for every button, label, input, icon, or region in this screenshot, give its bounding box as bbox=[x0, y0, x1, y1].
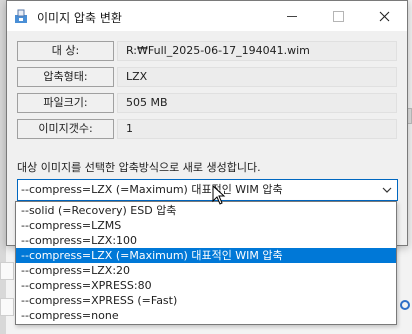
option-none[interactable]: --compress=none bbox=[16, 308, 396, 323]
background-control bbox=[0, 262, 14, 280]
file-size-value: 505 MB bbox=[117, 93, 397, 113]
compression-type-value: LZX bbox=[117, 67, 397, 87]
select-value: --compress=LZX (=Maximum) 대표적인 WIM 압축 bbox=[21, 183, 283, 196]
background-control bbox=[0, 298, 14, 316]
close-icon bbox=[379, 11, 389, 21]
compress-method-select[interactable]: --compress=LZX (=Maximum) 대표적인 WIM 압축 bbox=[17, 179, 398, 201]
minimize-button[interactable] bbox=[269, 1, 315, 31]
minimize-icon bbox=[287, 15, 297, 17]
option-lzx-20[interactable]: --compress=LZX:20 bbox=[16, 263, 396, 278]
option-lzx-100[interactable]: --compress=LZX:100 bbox=[16, 233, 396, 248]
chevron-down-icon[interactable] bbox=[381, 184, 393, 196]
target-value: R:₩Full_2025-06-17_194041.wim bbox=[117, 41, 397, 61]
option-xpress-fast[interactable]: --compress=XPRESS (=Fast) bbox=[16, 293, 396, 308]
instruction-text: 대상 이미지를 선택한 압축방식으로 새로 생성합니다. bbox=[17, 161, 261, 174]
compression-type-label: 압축형태: bbox=[17, 67, 114, 87]
image-count-label: 이미지갯수: bbox=[17, 119, 114, 139]
option-lzms[interactable]: --compress=LZMS bbox=[16, 218, 396, 233]
target-label: 대 상: bbox=[17, 41, 114, 61]
option-xpress-80[interactable]: --compress=XPRESS:80 bbox=[16, 278, 396, 293]
close-button[interactable] bbox=[361, 1, 407, 31]
option-solid[interactable]: --solid (=Recovery) ESD 압축 bbox=[16, 203, 396, 218]
compress-options-list: --solid (=Recovery) ESD 압축 --compress=LZ… bbox=[15, 201, 397, 325]
maximize-button[interactable] bbox=[315, 1, 361, 31]
window-title: 이미지 압축 변환 bbox=[37, 11, 122, 25]
mouse-cursor-icon bbox=[212, 185, 226, 205]
image-count-value: 1 bbox=[117, 119, 397, 139]
option-lzx-maximum[interactable]: --compress=LZX (=Maximum) 대표적인 WIM 압축 bbox=[16, 248, 396, 263]
file-size-label: 파일크기: bbox=[17, 93, 114, 113]
title-bar: 이미지 압축 변환 bbox=[7, 1, 407, 31]
maximize-icon bbox=[332, 10, 344, 22]
app-icon bbox=[15, 9, 27, 23]
background-refresh-icon bbox=[400, 300, 410, 310]
